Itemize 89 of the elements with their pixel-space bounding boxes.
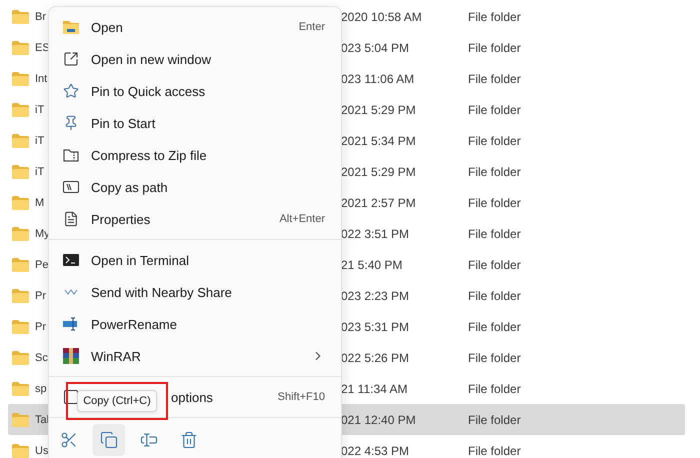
date-modified: 2021 5:34 PM	[341, 134, 416, 148]
rename-icon	[140, 431, 158, 449]
date-modified: 2021 2:57 PM	[341, 196, 416, 210]
menu-item-label: Pin to Start	[91, 116, 156, 130]
shortcut-text: Shift+F10	[278, 391, 325, 403]
file-name: Us	[34, 444, 48, 456]
folder-icon	[12, 226, 29, 240]
file-name: M	[34, 196, 44, 208]
date-modified: 023 2:23 PM	[341, 288, 410, 302]
date-modified: 022 3:51 PM	[341, 226, 410, 240]
copy-icon	[100, 431, 118, 449]
file-type: File folder	[468, 382, 521, 396]
star-icon	[63, 83, 79, 99]
date-modified: 2021 5:29 PM	[341, 164, 416, 178]
file-name: iT	[34, 166, 44, 178]
menu-item-label: Open in Terminal	[91, 252, 190, 268]
date-modified: 21 5:40 PM	[341, 258, 402, 272]
copy-button[interactable]	[93, 424, 125, 456]
menu-item-label: Copy as path	[91, 180, 169, 194]
menu-item-label: PowerRename	[91, 316, 178, 332]
menu-item-label: Pin to Quick access	[91, 84, 206, 98]
file-name: Sc	[34, 352, 48, 364]
shortcut-text: Enter	[298, 21, 325, 33]
folder-icon	[12, 164, 29, 178]
file-type: File folder	[468, 40, 521, 54]
properties-icon	[63, 211, 79, 227]
file-type: File folder	[468, 412, 521, 426]
open-window-icon	[63, 51, 79, 67]
folder-icon	[12, 40, 29, 54]
date-modified: 2021 5:29 PM	[341, 102, 416, 116]
folder-icon	[12, 350, 29, 364]
menu-item-label: options	[171, 390, 214, 404]
folder-icon	[12, 288, 29, 302]
file-name: iT	[34, 104, 44, 116]
file-type: File folder	[468, 226, 521, 240]
file-type: File folder	[468, 288, 521, 302]
file-type: File folder	[468, 164, 521, 178]
path-icon	[63, 181, 79, 193]
folder-icon	[12, 412, 29, 426]
folder-icon	[12, 72, 29, 86]
terminal-icon	[63, 254, 79, 266]
folder-icon	[12, 320, 29, 334]
folder-icon	[12, 134, 29, 148]
file-name: Pr	[34, 320, 46, 332]
file-type: File folder	[468, 196, 521, 210]
file-type: File folder	[468, 350, 521, 364]
shortcut-text: Alt+Enter	[279, 213, 325, 225]
menu-item-label: Properties	[91, 212, 152, 226]
file-type: File folder	[468, 102, 521, 116]
zip-folder-icon	[63, 148, 79, 162]
pin-icon	[63, 115, 79, 131]
file-name: Pr	[34, 290, 46, 302]
file-type: File folder	[468, 258, 521, 272]
date-modified: 022 5:26 PM	[341, 350, 410, 364]
share-icon	[64, 289, 78, 295]
delete-icon	[180, 431, 198, 449]
menu-item-label: Open	[91, 20, 124, 34]
folder-icon	[63, 20, 79, 34]
file-type: File folder	[468, 444, 521, 458]
folder-icon	[12, 258, 29, 272]
date-modified: 2020 10:58 AM	[341, 10, 422, 24]
file-type: File folder	[468, 72, 521, 86]
folder-icon	[12, 444, 29, 458]
tooltip: Copy (Ctrl+C)	[77, 390, 157, 412]
folder-icon	[12, 102, 29, 116]
date-modified: 023 5:31 PM	[341, 320, 410, 334]
date-modified: 022 4:53 PM	[341, 444, 410, 458]
file-type: File folder	[468, 134, 521, 148]
file-name: iT	[34, 134, 44, 146]
archive-icon	[63, 348, 79, 364]
cut-icon	[60, 431, 78, 449]
menu-item-label: Send with Nearby Share	[91, 284, 233, 300]
menu-item-label: Open in new window	[91, 52, 212, 66]
menu-item-label: WinRAR	[91, 348, 142, 364]
file-name: Pe	[34, 258, 48, 270]
file-name: Br	[34, 10, 46, 22]
folder-icon	[12, 382, 29, 396]
date-modified: 023 11:06 AM	[341, 72, 414, 86]
file-type: File folder	[468, 320, 521, 334]
date-modified: 021 12:40 PM	[341, 412, 416, 426]
folder-icon	[12, 196, 29, 210]
file-name: sp	[34, 382, 47, 394]
menu-item-label: Compress to Zip file	[91, 148, 208, 162]
file-type: File folder	[468, 10, 521, 24]
folder-icon	[12, 10, 29, 24]
date-modified: 023 5:04 PM	[341, 40, 410, 54]
file-name: Int	[34, 72, 48, 84]
date-modified: 21 11:34 AM	[341, 382, 408, 396]
rename-icon	[63, 317, 79, 331]
